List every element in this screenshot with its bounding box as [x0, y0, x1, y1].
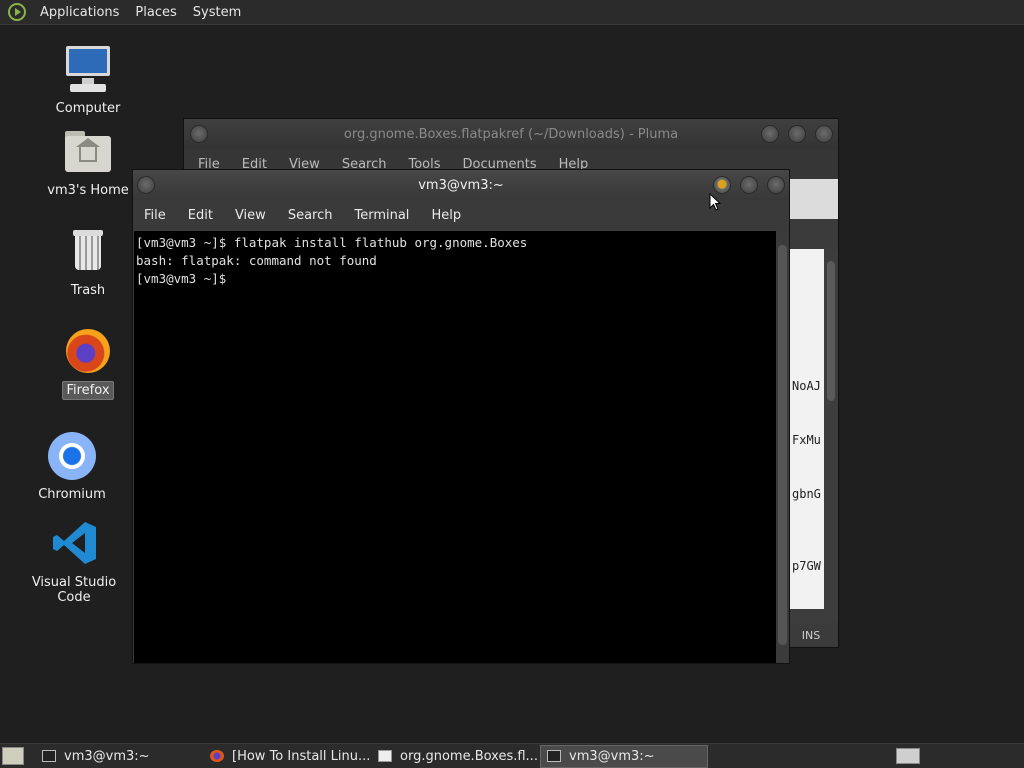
- desktop-icon-label: Firefox: [62, 381, 114, 400]
- terminal-output[interactable]: [vm3@vm3 ~]$ flatpak install flathub org…: [134, 231, 776, 663]
- taskbar-item-pluma[interactable]: org.gnome.Boxes.fl...: [372, 745, 540, 768]
- terminal-titlebar[interactable]: vm3@vm3:~: [133, 170, 789, 200]
- editor-text-line: NoAJ: [792, 379, 821, 393]
- terminal-window[interactable]: vm3@vm3:~ File Edit View Search Terminal…: [132, 169, 790, 664]
- taskbar-item-firefox[interactable]: [How To Install Linu...: [204, 745, 372, 768]
- terminal-line: [vm3@vm3 ~]$ flatpak install flathub org…: [136, 235, 528, 250]
- editor-text-line: p7GW: [792, 559, 821, 573]
- top-panel: Applications Places System: [0, 0, 1024, 25]
- pluma-titlebar[interactable]: org.gnome.Boxes.flatpakref (~/Downloads)…: [184, 119, 838, 149]
- desktop-icon-home[interactable]: vm3's Home: [30, 126, 146, 199]
- taskbar-item-label: [How To Install Linu...: [232, 748, 371, 764]
- desktop-icon-chromium[interactable]: Chromium: [14, 430, 130, 503]
- terminal-icon: [42, 750, 56, 762]
- desktop-icon-label: Computer: [55, 101, 121, 116]
- pluma-document-tab[interactable]: [784, 179, 838, 219]
- minimize-icon[interactable]: [761, 125, 779, 143]
- taskbar-item-terminal[interactable]: vm3@vm3:~: [36, 745, 204, 768]
- minimize-icon[interactable]: [713, 176, 731, 194]
- pluma-editor[interactable]: NoAJ FxMu gbnG p7GW: [790, 249, 824, 611]
- terminal-menu-edit[interactable]: Edit: [177, 208, 224, 223]
- desktop-icon-label: Visual Studio Code: [31, 575, 117, 605]
- workspace-switcher[interactable]: [896, 748, 920, 764]
- terminal-title: vm3@vm3:~: [418, 177, 504, 193]
- firefox-icon: [210, 750, 224, 762]
- desktop-icon-firefox[interactable]: Firefox: [30, 325, 146, 400]
- text-editor-icon: [378, 750, 392, 762]
- window-menu-icon[interactable]: [137, 176, 155, 194]
- editor-text-line: FxMu: [792, 433, 821, 447]
- taskbar-item-label: vm3@vm3:~: [569, 748, 655, 764]
- terminal-menubar: File Edit View Search Terminal Help: [133, 200, 789, 230]
- desktop-icon-label: Trash: [70, 283, 106, 298]
- firefox-icon: [62, 325, 114, 377]
- vscode-icon: [48, 518, 100, 570]
- maximize-icon[interactable]: [740, 176, 758, 194]
- menu-applications[interactable]: Applications: [32, 5, 127, 20]
- terminal-icon: [547, 750, 561, 762]
- show-desktop-icon[interactable]: [2, 747, 24, 765]
- desktop-icon-computer[interactable]: Computer: [30, 44, 146, 117]
- close-icon[interactable]: [767, 176, 785, 194]
- editor-text-line: gbnG: [792, 487, 821, 501]
- pluma-horizontal-scrollbar[interactable]: [790, 609, 838, 623]
- menu-system[interactable]: System: [185, 5, 249, 20]
- terminal-menu-search[interactable]: Search: [277, 208, 344, 223]
- pluma-vertical-scrollbar[interactable]: [824, 249, 838, 611]
- terminal-menu-file[interactable]: File: [133, 208, 177, 223]
- terminal-menu-help[interactable]: Help: [420, 208, 472, 223]
- computer-icon: [62, 44, 114, 96]
- chromium-icon: [46, 430, 98, 482]
- trash-icon: [62, 226, 114, 278]
- desktop-icon-label: vm3's Home: [47, 183, 129, 198]
- mouse-pointer-icon: [709, 193, 722, 211]
- terminal-scrollbar[interactable]: [776, 231, 789, 663]
- terminal-prompt-line: [vm3@vm3 ~]$: [136, 271, 234, 286]
- window-menu-icon[interactable]: [190, 125, 208, 143]
- pluma-title: org.gnome.Boxes.flatpakref (~/Downloads)…: [343, 126, 679, 142]
- desktop-icon-label: Chromium: [38, 487, 106, 502]
- mate-logo-icon[interactable]: [8, 3, 26, 21]
- terminal-line: bash: flatpak: command not found: [136, 253, 377, 268]
- pluma-insert-mode: INS: [801, 629, 821, 642]
- desktop-icon-trash[interactable]: Trash: [30, 226, 146, 299]
- taskbar-item-label: vm3@vm3:~: [64, 748, 150, 764]
- bottom-panel: vm3@vm3:~ [How To Install Linu... org.gn…: [0, 743, 1024, 768]
- home-folder-icon: [62, 126, 114, 178]
- desktop-icon-vscode[interactable]: Visual Studio Code: [16, 518, 132, 606]
- close-icon[interactable]: [815, 125, 833, 143]
- terminal-menu-view[interactable]: View: [224, 208, 277, 223]
- taskbar-item-terminal-active[interactable]: vm3@vm3:~: [540, 744, 708, 768]
- taskbar-item-label: org.gnome.Boxes.fl...: [400, 748, 538, 764]
- terminal-menu-terminal[interactable]: Terminal: [343, 208, 420, 223]
- menu-places[interactable]: Places: [127, 5, 184, 20]
- maximize-icon[interactable]: [788, 125, 806, 143]
